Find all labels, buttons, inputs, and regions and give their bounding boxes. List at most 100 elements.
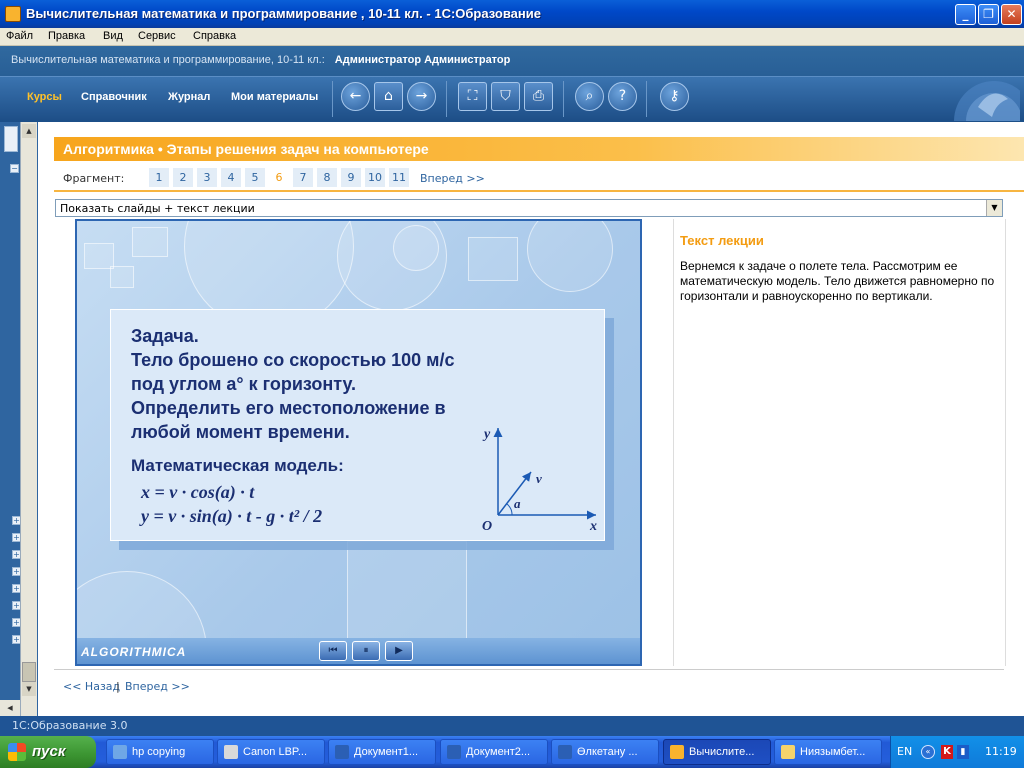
- main-content: Алгоритмика • Этапы решения задач на ком…: [38, 122, 1024, 716]
- nav-toolbar: Курсы Справочник Журнал Мои материалы ← …: [0, 76, 1024, 121]
- taskbar-item[interactable]: Өлкетану ...: [551, 739, 659, 765]
- start-button[interactable]: пуск: [0, 736, 96, 768]
- print-icon[interactable]: ⎙: [524, 82, 553, 111]
- fragment-link[interactable]: 7: [293, 168, 313, 187]
- y-axis-label: y: [482, 427, 491, 442]
- back-arrow-icon[interactable]: ←: [341, 82, 370, 111]
- app-icon: [5, 6, 21, 22]
- status-text: 1С:Образование 3.0: [12, 719, 128, 732]
- menu-view[interactable]: Вид: [103, 30, 123, 42]
- angle-label: a: [514, 496, 521, 511]
- nav-courses[interactable]: Курсы: [27, 91, 62, 103]
- page-navigation: << Назад | Вперед >>: [54, 669, 1004, 703]
- tree-collapse-icon[interactable]: −: [10, 164, 19, 173]
- pause-button[interactable]: ⏸: [352, 641, 380, 661]
- view-mode-select[interactable]: Показать слайды + текст лекции ▼: [55, 199, 1003, 217]
- slide-decoration: [347, 541, 467, 641]
- app-icon: [447, 745, 461, 759]
- slide-viewer: Задача. Тело брошено со скоростью 100 м/…: [75, 219, 642, 666]
- task-line: Задача.: [131, 326, 199, 346]
- home-icon[interactable]: ⌂: [374, 82, 403, 111]
- menu-service[interactable]: Сервис: [138, 30, 176, 42]
- fragment-link[interactable]: 1: [149, 168, 169, 187]
- pager-separator: |: [116, 680, 120, 693]
- taskbar-item-label: Canon LBP...: [243, 746, 308, 758]
- slide-decoration: [132, 227, 168, 257]
- panel-tab[interactable]: [4, 126, 18, 152]
- status-bar: 1С:Образование 3.0: [0, 716, 1024, 736]
- fragment-link[interactable]: 11: [389, 168, 409, 187]
- help-icon[interactable]: ?: [608, 82, 637, 111]
- search-icon[interactable]: ⌕: [575, 82, 604, 111]
- forward-arrow-icon[interactable]: →: [407, 82, 436, 111]
- fragment-link[interactable]: 5: [245, 168, 265, 187]
- menu-edit[interactable]: Правка: [48, 30, 85, 42]
- task-line: любой момент времени.: [131, 422, 350, 442]
- menu-file[interactable]: Файл: [6, 30, 33, 42]
- taskbar-item[interactable]: Документ2...: [440, 739, 548, 765]
- menu-help[interactable]: Справка: [193, 30, 236, 42]
- brand-label: ALGORITHMICA: [81, 645, 187, 659]
- close-button[interactable]: ✕: [1001, 4, 1022, 25]
- taskbar-item[interactable]: Вычислите...: [663, 739, 771, 765]
- scroll-thumb[interactable]: [22, 662, 36, 682]
- windows-flag-icon: [8, 743, 26, 761]
- velocity-diagram: y x O v a: [482, 427, 597, 534]
- fullscreen-icon[interactable]: ⛶: [458, 82, 487, 111]
- scroll-up-icon[interactable]: ▲: [22, 124, 36, 138]
- fragment-label: Фрагмент:: [63, 172, 125, 185]
- fragment-link[interactable]: 4: [221, 168, 241, 187]
- tray-app-icon[interactable]: ▮: [957, 745, 969, 759]
- taskbar-item[interactable]: Canon LBP...: [217, 739, 325, 765]
- breadcrumb: Вычислительная математика и программиров…: [11, 54, 510, 66]
- course-name: Вычислительная математика и программиров…: [11, 54, 325, 66]
- app-icon: [113, 745, 127, 759]
- formula-x: x = v · cos(a) · t: [141, 482, 255, 502]
- fragment-next-link[interactable]: Вперед >>: [420, 172, 485, 185]
- fragment-link-current[interactable]: 6: [269, 168, 289, 187]
- dropdown-arrow-icon[interactable]: ▼: [986, 200, 1002, 216]
- window-title: Вычислительная математика и программиров…: [26, 6, 541, 21]
- window-titlebar: Вычислительная математика и программиров…: [0, 0, 1024, 28]
- leaf-logo-icon: [954, 81, 1020, 121]
- taskbar-item-label: Документ1...: [354, 746, 419, 758]
- taskbar-item-label: Вычислите...: [689, 746, 755, 758]
- nav-reference[interactable]: Справочник: [81, 91, 147, 103]
- nav-journal[interactable]: Журнал: [168, 91, 210, 103]
- nav-my-materials[interactable]: Мои материалы: [231, 91, 318, 103]
- scroll-down-icon[interactable]: ▼: [22, 682, 36, 696]
- scroll-left-icon[interactable]: ◀: [0, 700, 20, 716]
- task-line: под углом a° к горизонту.: [131, 374, 356, 394]
- minimize-button[interactable]: _: [955, 4, 976, 25]
- slide-decoration: [110, 266, 134, 288]
- show-hidden-icons-icon[interactable]: «: [921, 745, 935, 759]
- back-link[interactable]: << Назад: [63, 680, 120, 693]
- slide-decoration: [468, 237, 518, 281]
- presentation-icon[interactable]: ⛉: [491, 82, 520, 111]
- nav-divider: [446, 81, 447, 117]
- lecture-text: Вернемся к задаче о полете тела. Рассмот…: [680, 259, 995, 303]
- app-icon: [224, 745, 238, 759]
- play-button[interactable]: ▶: [385, 641, 413, 661]
- left-scrollbar[interactable]: ▲ ▼: [20, 122, 37, 716]
- system-tray: EN « K ▮ 11:19: [890, 736, 1024, 768]
- antivirus-icon[interactable]: K: [941, 745, 953, 759]
- view-mode-value: Показать слайды + текст лекции: [60, 202, 255, 215]
- taskbar-item[interactable]: Документ1...: [328, 739, 436, 765]
- fragment-link[interactable]: 9: [341, 168, 361, 187]
- fragment-link[interactable]: 10: [365, 168, 385, 187]
- first-slide-button[interactable]: ⏮: [319, 641, 347, 661]
- taskbar-item[interactable]: Ниязымбет...: [774, 739, 882, 765]
- formula-y: y = v · sin(a) · t - g · t² / 2: [141, 506, 323, 526]
- fragment-link[interactable]: 3: [197, 168, 217, 187]
- fragment-link[interactable]: 8: [317, 168, 337, 187]
- task-card: Задача. Тело брошено со скоростью 100 м/…: [110, 309, 605, 541]
- forward-link[interactable]: Вперед >>: [125, 680, 190, 693]
- app-icon: [558, 745, 572, 759]
- task-line: Определить его местоположение в: [131, 398, 446, 418]
- key-icon[interactable]: ⚷: [660, 82, 689, 111]
- language-indicator[interactable]: EN: [897, 745, 912, 758]
- maximize-button[interactable]: ❐: [978, 4, 999, 25]
- fragment-link[interactable]: 2: [173, 168, 193, 187]
- taskbar-item[interactable]: hp copying: [106, 739, 214, 765]
